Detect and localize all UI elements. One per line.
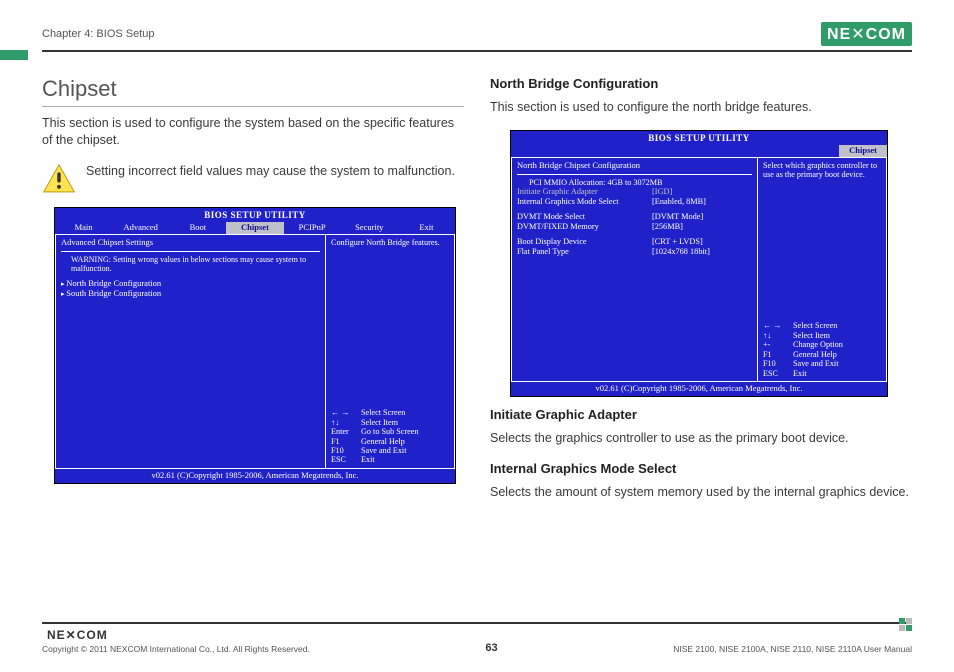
bios-section: Advanced Chipset Settings <box>61 238 320 248</box>
chapter-label: Chapter 4: BIOS Setup <box>42 28 155 40</box>
nb-title: North Bridge Configuration <box>490 76 912 91</box>
footer-squares-icon <box>899 618 912 631</box>
bios-key-help: ← →Select Screen↑↓Select ItemEnterGo to … <box>331 408 449 465</box>
bios2-footer: v02.61 (C)Copyright 1985-2006, American … <box>511 381 887 396</box>
bios-tab-main: Main <box>55 222 112 234</box>
section-intro: This section is used to configure the sy… <box>42 115 464 149</box>
bios-row: Flat Panel Type[1024x768 18bit] <box>517 247 752 257</box>
bios2-help: Select which graphics controller to use … <box>763 161 881 180</box>
copyright: Copyright © 2011 NEXCOM International Co… <box>42 644 310 654</box>
page-number: 63 <box>485 642 497 654</box>
bios2-key-help: ← →Select Screen↑↓Select Item+-Change Op… <box>763 321 881 378</box>
bios2-tabs: Chipset <box>511 145 887 157</box>
nb-intro: This section is used to configure the no… <box>490 99 912 116</box>
bios-tab-boot: Boot <box>169 222 226 234</box>
iga-text: Selects the graphics controller to use a… <box>490 430 912 447</box>
brand-logo: NE✕COM <box>821 22 912 46</box>
warning-text: Setting incorrect field values may cause… <box>86 163 455 180</box>
product-line: NISE 2100, NISE 2100A, NISE 2110, NISE 2… <box>673 644 912 654</box>
section-title: Chipset <box>42 76 464 107</box>
bios-link: South Bridge Configuration <box>61 289 320 299</box>
bios-row: DVMT/FIXED Memory[256MB] <box>517 222 752 232</box>
bios-title: BIOS SETUP UTILITY <box>55 208 455 222</box>
bios-row: Internal Graphics Mode Select[Enabled, 8… <box>517 197 752 207</box>
iga-title: Initiate Graphic Adapter <box>490 407 912 422</box>
top-rule <box>42 50 912 52</box>
green-tab <box>0 50 28 60</box>
bios-tab-advanced: Advanced <box>112 222 169 234</box>
bios2-alloc: PCI MMIO Allocation: 4GB to 3072MB <box>517 178 752 187</box>
bios-row: Boot Display Device[CRT + LVDS] <box>517 237 752 247</box>
bios-row: Initiate Graphic Adapter[IGD] <box>517 187 752 197</box>
bios-help: Configure North Bridge features. <box>331 238 449 247</box>
bios-footer: v02.61 (C)Copyright 1985-2006, American … <box>55 468 455 483</box>
bios2-title: BIOS SETUP UTILITY <box>511 131 887 145</box>
bios-tab-chipset: Chipset <box>226 222 283 234</box>
bios-tab-exit: Exit <box>398 222 455 234</box>
igms-title: Internal Graphics Mode Select <box>490 461 912 476</box>
footer-logo: NE✕COM <box>42 628 310 642</box>
bios2-tab-chipset: Chipset <box>839 145 887 157</box>
warning-icon <box>42 163 76 193</box>
bios-tabs: MainAdvancedBootChipsetPCIPnPSecurityExi… <box>55 222 455 234</box>
bios-warning: WARNING: Setting wrong values in below s… <box>71 255 320 273</box>
bios-row: DVMT Mode Select[DVMT Mode] <box>517 212 752 222</box>
bios-tab-pcipnp: PCIPnP <box>284 222 341 234</box>
bios2-section: North Bridge Chipset Configuration <box>517 161 752 171</box>
footer-rule <box>42 622 912 624</box>
igms-text: Selects the amount of system memory used… <box>490 484 912 501</box>
bios-window-chipset: BIOS SETUP UTILITY MainAdvancedBootChips… <box>54 207 456 484</box>
bios-window-northbridge: BIOS SETUP UTILITY Chipset North Bridge … <box>510 130 888 397</box>
bios-tab-security: Security <box>341 222 398 234</box>
